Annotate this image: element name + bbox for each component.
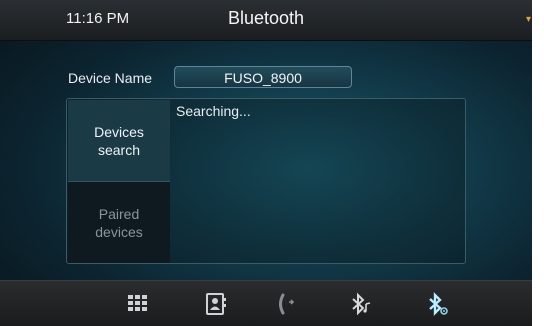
tab-label-line: Devices — [94, 123, 144, 140]
device-name-label: Device Name — [68, 70, 153, 86]
header-bar: 11:16 PM Bluetooth ▾ — [0, 0, 532, 41]
grid-menu-button[interactable] — [124, 290, 152, 318]
grid-icon — [128, 295, 147, 311]
page-title: Bluetooth — [227, 8, 305, 28]
bottom-dock — [0, 280, 532, 326]
bluetooth-settings-button[interactable] — [424, 290, 452, 318]
phone-icon — [279, 293, 295, 315]
bluetooth-screen: 11:16 PM Bluetooth ▾ Device Name FUSO_89… — [0, 0, 532, 326]
devices-panel: Devices search Paired devices — [66, 98, 466, 264]
bluetooth-settings-icon — [429, 292, 448, 316]
phone-button[interactable] — [274, 290, 302, 318]
tab-label: Paired devices — [95, 205, 142, 241]
tab-devices-search[interactable]: Devices search — [68, 100, 170, 182]
bluetooth-audio-button[interactable] — [347, 290, 375, 318]
tab-paired-devices[interactable]: Paired devices — [68, 182, 170, 263]
tab-label-line: search — [97, 141, 140, 158]
tab-label: Devices search — [94, 123, 144, 159]
tab-label-line: devices — [95, 223, 143, 240]
contacts-button[interactable] — [202, 290, 230, 318]
search-status: Searching... — [176, 103, 251, 119]
contacts-icon — [206, 293, 226, 315]
status-indicator-icon: ▾ — [526, 14, 532, 25]
device-name-field[interactable]: FUSO_8900 — [174, 66, 352, 88]
bluetooth-audio-icon — [352, 292, 371, 316]
tab-label-line: Paired — [98, 205, 140, 222]
